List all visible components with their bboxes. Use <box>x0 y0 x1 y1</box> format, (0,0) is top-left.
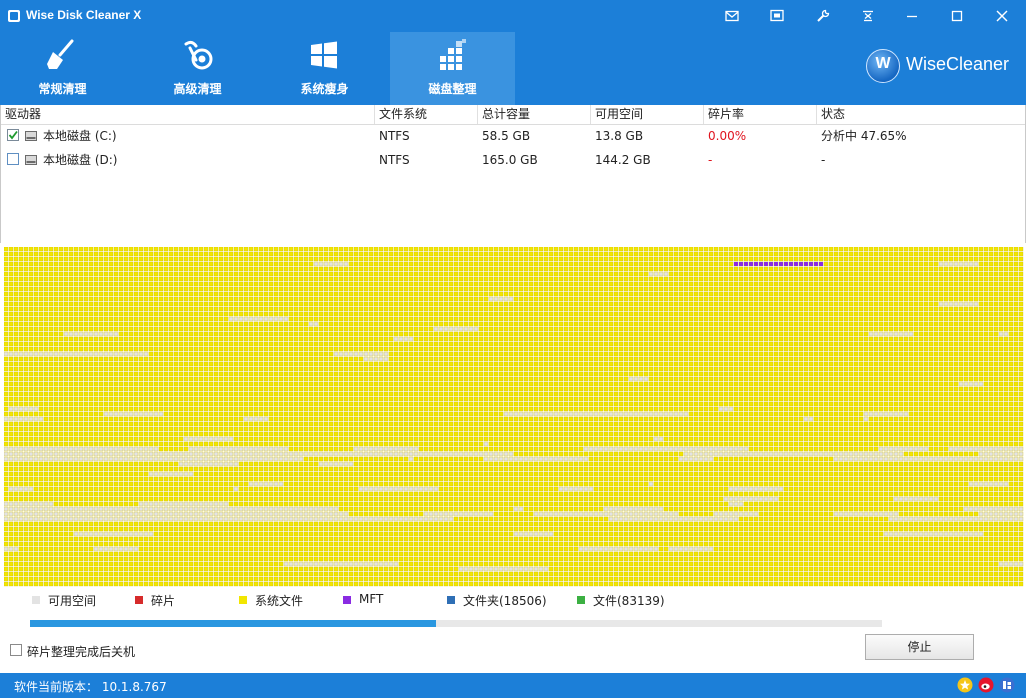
legend-label: 系统文件 <box>255 594 304 608</box>
check-icon <box>8 130 18 140</box>
close-icon[interactable] <box>994 8 1010 24</box>
hard-drive-icon <box>25 131 37 141</box>
status-bar: 软件当前版本： 10.1.8.767 <box>0 673 1026 698</box>
drive-filesystem: NTFS <box>379 129 410 143</box>
legend-swatch <box>32 596 40 604</box>
drive-name: 本地磁盘 (C:) <box>43 129 117 143</box>
drive-row[interactable]: 本地磁盘 (C:) NTFS 58.5 GB 13.8 GB 0.00% 分析中… <box>1 124 1025 148</box>
brand-name: WiseCleaner <box>906 54 1010 74</box>
column-header-fragmentation[interactable]: 碎片率 <box>704 105 817 124</box>
app-icon <box>8 10 20 22</box>
drive-total: 165.0 GB <box>482 153 538 167</box>
legend-swatch <box>239 596 247 604</box>
legend-label: MFT <box>359 592 384 606</box>
feedback-icon[interactable] <box>769 8 785 24</box>
logo-letter: W <box>875 55 891 72</box>
drive-checkbox[interactable] <box>7 153 19 165</box>
mail-icon[interactable] <box>724 8 740 24</box>
disk-cluster-map <box>4 247 1024 587</box>
tab-standard-clean[interactable]: 常规清理 <box>0 32 125 105</box>
drive-row[interactable]: 本地磁盘 (D:) NTFS 165.0 GB 144.2 GB - - <box>1 148 1025 172</box>
tools-icon[interactable] <box>815 8 831 24</box>
tab-label: 系统瘦身 <box>300 82 349 96</box>
drive-total: 58.5 GB <box>482 129 531 143</box>
legend-swatch <box>343 596 351 604</box>
legend-label: 碎片 <box>151 594 176 608</box>
column-header-status[interactable]: 状态 <box>817 105 1025 124</box>
drive-free: 144.2 GB <box>595 153 651 167</box>
column-header-total[interactable]: 总计容量 <box>478 105 591 124</box>
vacuum-icon <box>184 40 213 70</box>
shutdown-label: 碎片整理完成后关机 <box>27 645 136 659</box>
version-text: 软件当前版本： 10.1.8.767 <box>14 680 167 694</box>
shutdown-checkbox[interactable] <box>10 644 22 656</box>
legend-swatch <box>577 596 585 604</box>
drive-checkbox[interactable] <box>7 129 19 141</box>
maximize-icon[interactable] <box>949 8 965 24</box>
defrag-icon <box>440 39 466 70</box>
tab-label: 高级清理 <box>173 82 222 96</box>
legend-swatch <box>135 596 143 604</box>
tab-label: 常规清理 <box>38 82 87 96</box>
tab-system-slim[interactable]: 系统瘦身 <box>262 32 387 105</box>
drive-free: 13.8 GB <box>595 129 644 143</box>
minimize-icon[interactable] <box>904 8 920 24</box>
column-header-free[interactable]: 可用空间 <box>591 105 704 124</box>
progress-fill <box>30 620 436 627</box>
hard-drive-icon <box>25 155 37 165</box>
tab-disk-defrag[interactable]: 磁盘整理 <box>390 32 515 105</box>
window-title: Wise Disk Cleaner X <box>26 8 142 22</box>
title-bar: Wise Disk Cleaner X <box>0 0 1026 32</box>
stop-button[interactable]: 停止 <box>865 634 974 660</box>
drive-fragmentation: 0.00% <box>708 129 747 143</box>
tieba-icon[interactable] <box>999 677 1015 693</box>
table-header: 驱动器 文件系统 总计容量 可用空间 碎片率 状态 <box>1 105 1025 125</box>
header: Wise Disk Cleaner X 常规清理 高级清理 系统瘦身 磁盘整理 … <box>0 0 1026 105</box>
drive-status: 分析中 47.65% <box>821 129 907 143</box>
legend-swatch <box>447 596 455 604</box>
tab-advanced-clean[interactable]: 高级清理 <box>135 32 260 105</box>
legend-label: 文件夹(18506) <box>463 594 547 608</box>
rate-icon[interactable] <box>957 677 973 693</box>
map-legend: 可用空间 碎片 系统文件 MFT 文件夹(18506) 文件(83139) <box>0 590 1026 610</box>
legend-label: 可用空间 <box>48 594 97 608</box>
wisecleaner-logo: W <box>866 49 900 83</box>
drive-fragmentation: - <box>708 153 713 167</box>
drive-table: 驱动器 文件系统 总计容量 可用空间 碎片率 状态 本地磁盘 (C:) NTFS… <box>0 105 1026 243</box>
windows-icon <box>311 41 337 69</box>
drive-status: - <box>821 153 826 167</box>
defrag-progress-bar <box>30 620 882 627</box>
menu-icon[interactable] <box>860 8 876 24</box>
weibo-icon[interactable] <box>978 677 994 693</box>
legend-label: 文件(83139) <box>593 594 665 608</box>
cluster-map-grid <box>4 247 1024 587</box>
column-header-drive[interactable]: 驱动器 <box>1 105 375 124</box>
drive-name: 本地磁盘 (D:) <box>43 153 118 167</box>
drive-filesystem: NTFS <box>379 153 410 167</box>
broom-icon <box>47 39 74 69</box>
column-header-filesystem[interactable]: 文件系统 <box>375 105 478 124</box>
tab-label: 磁盘整理 <box>428 82 477 96</box>
